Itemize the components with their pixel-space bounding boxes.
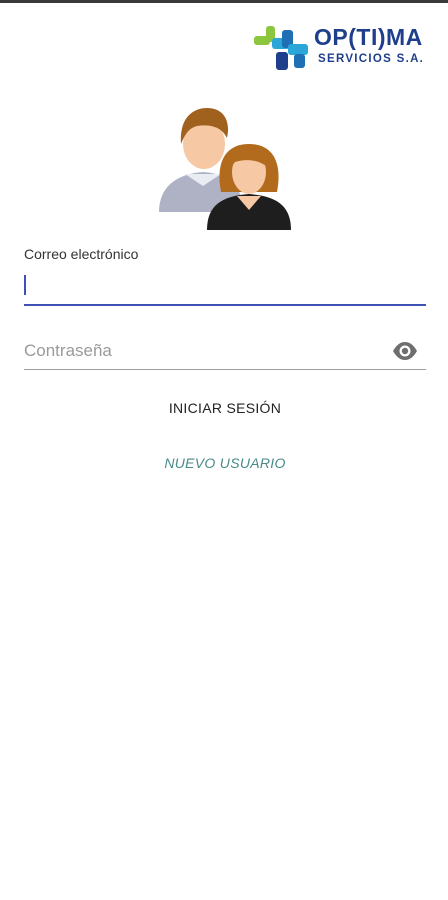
email-label: Correo electrónico [24, 246, 139, 262]
password-placeholder: Contraseña [24, 341, 112, 360]
status-bar-edge [0, 0, 448, 3]
email-field: Correo electrónico [24, 244, 426, 306]
password-field: Contraseña [24, 334, 426, 370]
eye-icon[interactable] [392, 341, 418, 361]
new-user-button[interactable]: NUEVO USUARIO [24, 448, 426, 478]
logo-subtitle: SERVICIOS S.A. [318, 53, 425, 65]
logo-mark-icon [254, 26, 308, 70]
email-input[interactable] [24, 264, 426, 306]
logo-title: OP(TI)MA [314, 24, 423, 50]
login-button[interactable]: INICIAR SESIÓN [24, 392, 426, 424]
password-input[interactable]: Contraseña [24, 334, 426, 370]
company-logo: OP(TI)MA SERVICIOS S.A. [252, 16, 434, 76]
text-cursor [24, 275, 26, 295]
users-avatar-icon [155, 104, 295, 234]
